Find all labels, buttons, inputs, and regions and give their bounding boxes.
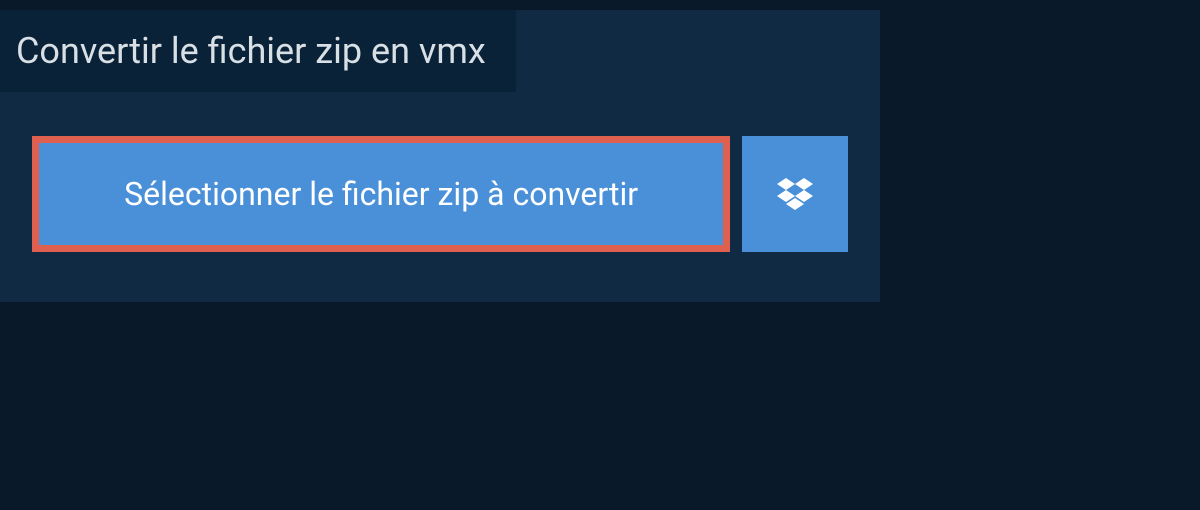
converter-panel: Convertir le fichier zip en vmx Sélectio… [0,10,880,302]
dropbox-button[interactable] [742,136,848,252]
button-row: Sélectionner le fichier zip à convertir [0,92,880,284]
title-tab: Convertir le fichier zip en vmx [0,10,516,92]
select-file-button[interactable]: Sélectionner le fichier zip à convertir [32,136,730,252]
page-title: Convertir le fichier zip en vmx [16,30,486,72]
select-file-label: Sélectionner le fichier zip à convertir [124,175,638,213]
dropbox-icon [777,178,813,210]
